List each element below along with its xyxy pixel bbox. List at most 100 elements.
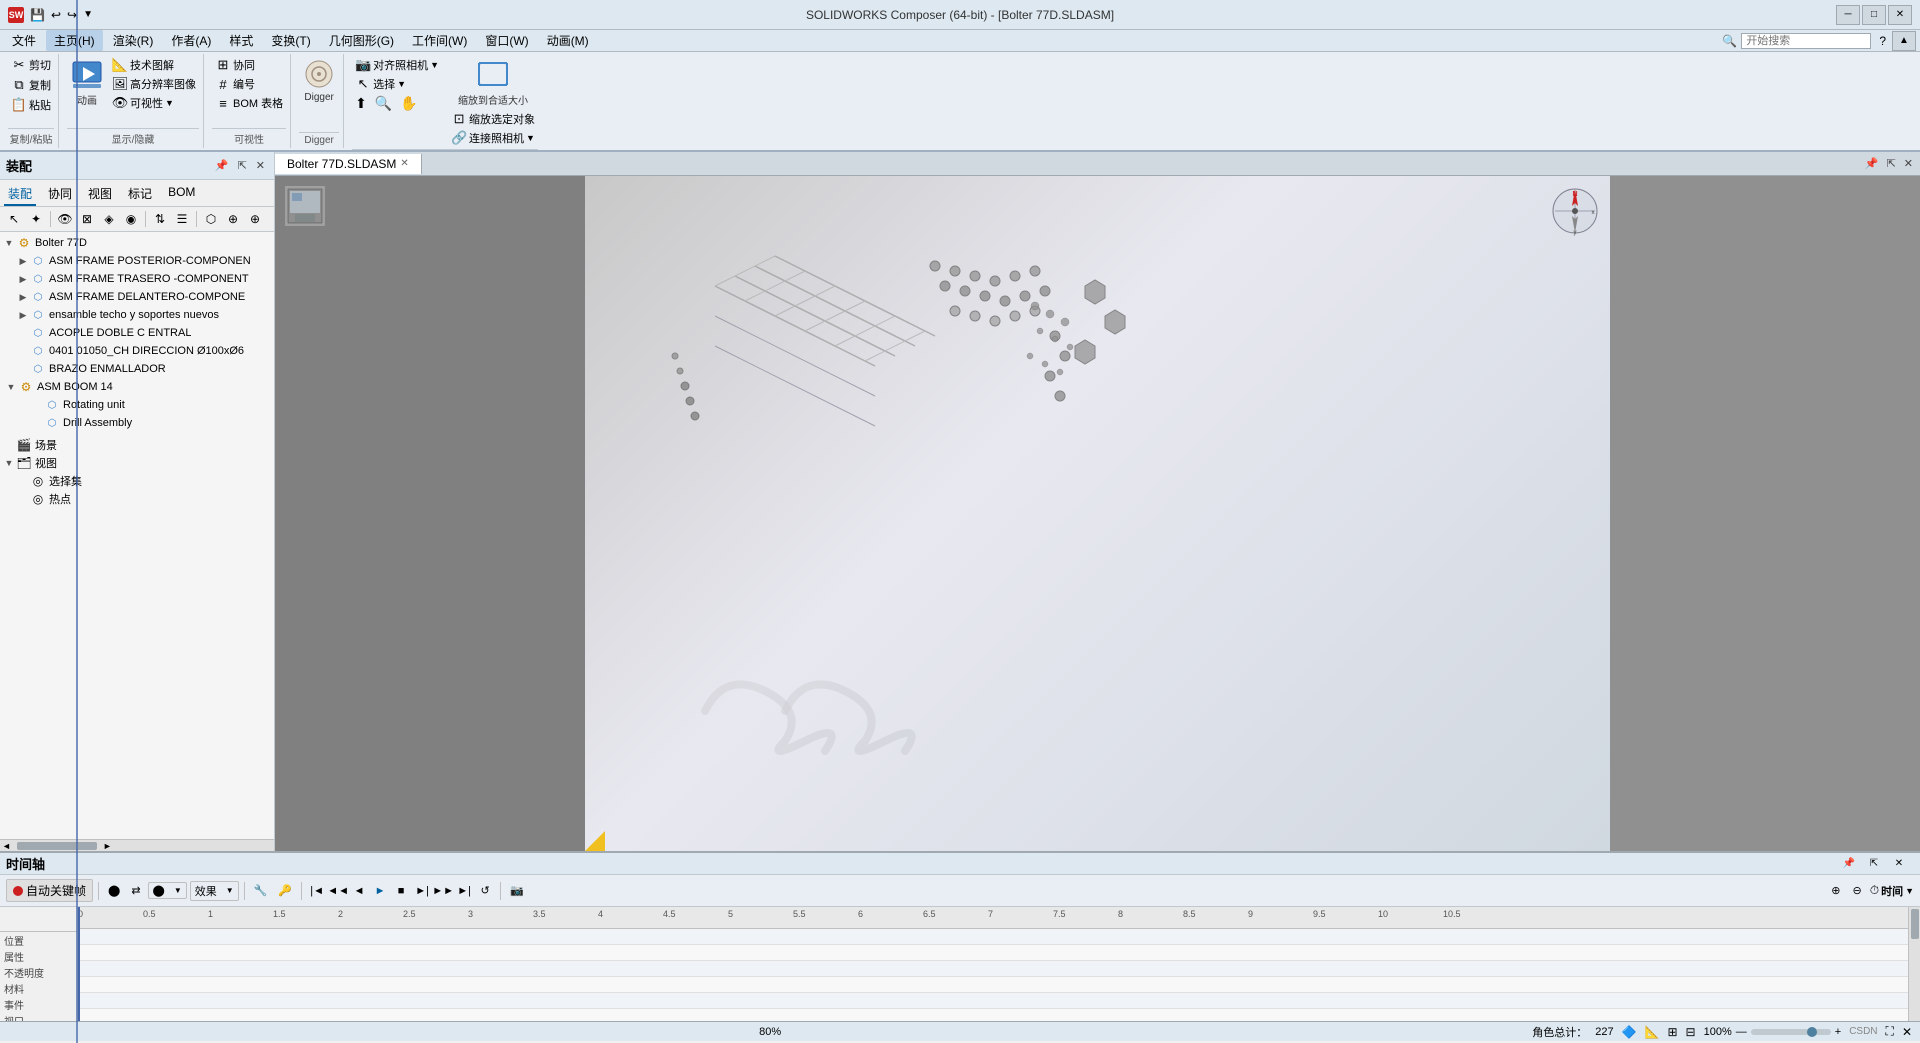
scroll-left-button[interactable]: ◄ (0, 841, 13, 851)
tree-item-brazo-enmallador[interactable]: ▶ ⬡ BRAZO ENMALLADOR (0, 360, 274, 378)
time-dropdown-icon[interactable]: ▼ (1905, 886, 1914, 896)
cut-button[interactable]: ✂ 剪切 (8, 56, 54, 74)
menu-geometry[interactable]: 几何图形(G) (321, 30, 402, 51)
go-start-button[interactable]: |◄ (307, 881, 327, 901)
tl-btn-2[interactable]: ⇄ (127, 883, 144, 898)
tool-vis3-btn[interactable]: ◈ (99, 209, 119, 229)
tab-view[interactable]: 视图 (84, 183, 116, 206)
select-dropdown-icon[interactable]: ▼ (397, 79, 406, 89)
viewport-close-button[interactable]: ✕ (1901, 156, 1916, 171)
maximize-button[interactable]: □ (1862, 5, 1886, 25)
tool-geo-btn[interactable]: ⬡ (201, 209, 221, 229)
timeline-vscroll[interactable] (1908, 907, 1920, 1021)
scroll-thumb[interactable] (17, 842, 97, 850)
menu-render[interactable]: 渲染(R) (105, 30, 162, 51)
close-button[interactable]: ✕ (1888, 5, 1912, 25)
ribbon-collapse-button[interactable]: ▲ (1892, 31, 1916, 51)
quick-access-more[interactable]: ▼ (83, 9, 93, 20)
tab-bom[interactable]: BOM (164, 183, 199, 206)
numbering-button[interactable]: # 编号 (212, 75, 286, 93)
tree-item-acople-doble[interactable]: ▶ ⬡ ACOPLE DOBLE C ENTRAL (0, 324, 274, 342)
visibility-dropdown-icon[interactable]: ▼ (165, 98, 174, 108)
expand-asm-frame-trasero[interactable]: ▶ (16, 274, 30, 285)
tech-diagram-button[interactable]: 📐 技术图解 (109, 56, 199, 74)
quick-access-undo[interactable]: ↩ (51, 8, 61, 22)
expand-bolter77d[interactable]: ▼ (2, 238, 16, 248)
tool-sort-btn[interactable]: ⇅ (150, 209, 170, 229)
nav-up-button[interactable]: ⬆ (352, 94, 370, 113)
tree-item-selection-sets[interactable]: ▶ ◎ 选择集 (0, 472, 274, 490)
menu-author[interactable]: 作者(A) (163, 30, 219, 51)
bom-table-button[interactable]: ≡ BOM 表格 (212, 94, 286, 112)
menu-workshop[interactable]: 工作间(W) (404, 30, 475, 51)
3d-viewport[interactable]: N x y (585, 176, 1610, 851)
tab-mark[interactable]: 标记 (124, 183, 156, 206)
digger-button[interactable]: Digger (299, 56, 339, 105)
tree-item-drill-assembly[interactable]: ▶ ⬡ Drill Assembly (0, 414, 274, 432)
tl-fx-dropdown-btn[interactable]: ▼ (222, 885, 238, 896)
tree-item-scenes[interactable]: ▶ 🎬 场景 (0, 436, 274, 454)
tab-assembly[interactable]: 装配 (4, 183, 36, 206)
quick-access-redo[interactable]: ↪ (67, 8, 77, 22)
tab-collaboration[interactable]: 协同 (44, 183, 76, 206)
status-icon-3[interactable]: ⊞ (1667, 1025, 1677, 1039)
zoom-minus-button[interactable]: — (1736, 1026, 1747, 1038)
link-camera-button[interactable]: 🔗 连接照相机 ▼ (448, 129, 538, 147)
tool-vis1-btn[interactable]: 👁 (55, 209, 75, 229)
viewport-pin-button[interactable]: 📌 (1862, 156, 1882, 171)
tool-add-btn[interactable]: ⊕ (223, 209, 243, 229)
menu-transform[interactable]: 变换(T) (263, 30, 318, 51)
tree-item-asm-frame-posterior[interactable]: ▶ ⬡ ASM FRAME POSTERIOR-COMPONEN (0, 252, 274, 270)
tl-record-dropdown-btn[interactable]: ▼ (170, 885, 186, 896)
step-forward-button[interactable]: ►| (412, 881, 432, 901)
fit-all-button[interactable]: 缩放到合适大小 (448, 56, 538, 109)
tree-item-rotating-unit[interactable]: ▶ ⬡ Rotating unit (0, 396, 274, 414)
tree-item-views[interactable]: ▼ 🗂 视图 (0, 454, 274, 472)
panel-pin-button[interactable]: 📌 (212, 158, 232, 173)
tree-item-asm-boom-14[interactable]: ▼ ⚙ ASM BOOM 14 (0, 378, 274, 396)
paste-button[interactable]: 📋 粘贴 (8, 96, 54, 114)
timeline-vscroll-thumb[interactable] (1911, 909, 1919, 939)
expand-views[interactable]: ▼ (2, 458, 16, 468)
tree-item-hotspots[interactable]: ▶ ◎ 热点 (0, 490, 274, 508)
loop-button[interactable]: ↺ (475, 881, 495, 901)
expand-asm-frame-delantero[interactable]: ▶ (16, 292, 30, 303)
tree-item-bolter77d[interactable]: ▼ ⚙ Bolter 77D (0, 234, 274, 252)
tl-path-btn[interactable]: 🔧 (250, 883, 272, 898)
nav-zoom-button[interactable]: 🔍 (372, 94, 395, 113)
status-icon-2[interactable]: 📐 (1645, 1025, 1660, 1039)
help-button[interactable]: ? (1879, 34, 1886, 48)
stop-button[interactable]: ■ (391, 881, 411, 901)
expand-ensamble-techo[interactable]: ▶ (16, 310, 30, 321)
status-icon-4[interactable]: ⊟ (1686, 1025, 1696, 1039)
tool-vis4-btn[interactable]: ◉ (121, 209, 141, 229)
tl-record-btn[interactable]: ⬤ (149, 883, 169, 898)
scroll-right-button[interactable]: ► (101, 841, 114, 851)
tree-item-ensamble-techo[interactable]: ▶ ⬡ ensamble techo y soportes nuevos (0, 306, 274, 324)
copy-button[interactable]: ⧉ 复制 (8, 76, 54, 94)
align-camera-dropdown-icon[interactable]: ▼ (430, 60, 439, 70)
menu-style[interactable]: 样式 (221, 30, 261, 51)
animation-button[interactable]: 动画 (67, 56, 107, 109)
step-back-button[interactable]: ◄◄ (328, 881, 348, 901)
tree-item-asm-frame-delantero[interactable]: ▶ ⬡ ASM FRAME DELANTERO-COMPONE (0, 288, 274, 306)
sidebar-scrollbar[interactable]: ◄ ► (0, 839, 274, 851)
menu-window[interactable]: 窗口(W) (477, 30, 536, 51)
zoom-plus-button[interactable]: + (1835, 1026, 1841, 1038)
viewport-tab-main[interactable]: Bolter 77D.SLDASM ✕ (275, 154, 422, 174)
tl-key-btn[interactable]: 🔑 (274, 883, 296, 898)
nav-pan-button[interactable]: ✋ (397, 94, 420, 113)
tl-btn-1[interactable]: ⬤ (104, 883, 124, 898)
play-forward-button[interactable]: ► (370, 881, 390, 901)
tl-fx-btn[interactable]: 效果 (191, 882, 221, 900)
fit-selection-button[interactable]: ⊡ 缩放选定对象 (448, 110, 538, 128)
viewport-thumbnail[interactable] (285, 186, 325, 226)
tool-list-btn[interactable]: ☰ (172, 209, 192, 229)
minimize-button[interactable]: ─ (1836, 5, 1860, 25)
play-back-button[interactable]: ◄ (349, 881, 369, 901)
tl-zoom-out-btn[interactable]: ⊖ (1848, 883, 1865, 898)
tool-vis2-btn[interactable]: ⊠ (77, 209, 97, 229)
tree-item-asm-frame-trasero[interactable]: ▶ ⬡ ASM FRAME TRASERO -COMPONENT (0, 270, 274, 288)
menu-home[interactable]: 主页(H) (46, 30, 103, 51)
quick-access-save[interactable]: 💾 (30, 8, 45, 22)
